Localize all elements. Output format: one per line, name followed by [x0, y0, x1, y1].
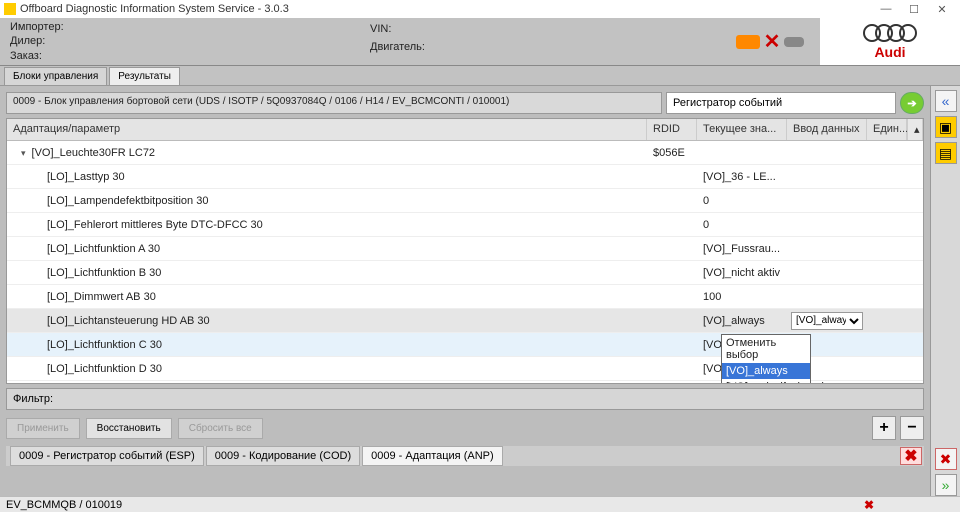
close-button[interactable]: ✕ [928, 1, 956, 17]
col-unit[interactable]: Един... [867, 119, 907, 140]
grid-header: Адаптация/параметр RDID Текущее зна... В… [7, 119, 923, 141]
grid-row[interactable]: [LO]_Lichtfunktion B 30 [VO]_nicht aktiv [7, 261, 923, 285]
minimize-button[interactable]: — [872, 1, 900, 17]
sidebar-close-button[interactable]: ✖ [935, 448, 957, 470]
dropdown-cancel[interactable]: Отменить выбор [722, 335, 810, 363]
brand-name: Audi [874, 44, 905, 60]
filter-input[interactable] [57, 394, 917, 405]
dropdown-option[interactable]: [VO]_always [722, 363, 810, 379]
col-current[interactable]: Текущее зна... [697, 119, 787, 140]
workarea: 0009 - Блок управления бортовой сети (UD… [0, 86, 930, 496]
main-tabs: Блоки управления Результаты [0, 66, 960, 86]
tab-esp[interactable]: 0009 - Регистратор событий (ESP) [10, 446, 204, 466]
tab-anp[interactable]: 0009 - Адаптация (ANP) [362, 446, 503, 466]
restore-button[interactable]: Восстановить [86, 418, 172, 439]
minus-button[interactable]: − [900, 416, 924, 440]
connection-icons: ✕ [720, 18, 820, 65]
key-icon [784, 37, 804, 47]
right-sidebar: « ▣ ▤ ✖ » [930, 86, 960, 496]
header: Импортер: Дилер: Заказ: VIN: Двигатель: … [0, 18, 960, 66]
value-select[interactable]: [VO]_always [791, 312, 863, 330]
dealer-label: Дилер: [10, 35, 350, 47]
tab-cod[interactable]: 0009 - Кодирование (COD) [206, 446, 360, 466]
vin-label: VIN: [370, 23, 710, 35]
col-name[interactable]: Адаптация/параметр [7, 119, 647, 140]
brand-panel: Audi [820, 18, 960, 65]
filter-row: Фильтр: [6, 388, 924, 410]
grid-row[interactable]: [LO]_Dimmwert AB 30 100 [7, 285, 923, 309]
disconnected-icon: ✕ [764, 29, 781, 54]
scroll-up-icon[interactable]: ▴ [907, 119, 923, 140]
grid-row[interactable]: [LO]_Fehlerort mittleres Byte DTC-DFCC 3… [7, 213, 923, 237]
apply-button[interactable]: Применить [6, 418, 80, 439]
order-label: Заказ: [10, 50, 350, 62]
filter-label: Фильтр: [13, 393, 53, 405]
col-rdid[interactable]: RDID [647, 119, 697, 140]
grid-row[interactable]: [LO]_Lichtansteuerung HD AB 30 [VO]_alwa… [7, 309, 923, 333]
grid-row[interactable]: [LO]_Lichtfunktion A 30 [VO]_Fussrau... [7, 237, 923, 261]
value-dropdown[interactable]: Отменить выбор [VO]_always [VO]_only_if_… [721, 334, 811, 385]
window-title: Offboard Diagnostic Information System S… [20, 3, 289, 15]
grid-row[interactable]: [LO]_Lampendefektbitposition 30 0 [7, 189, 923, 213]
maximize-button[interactable]: ☐ [900, 1, 928, 17]
titlebar: Offboard Diagnostic Information System S… [0, 0, 960, 18]
col-input[interactable]: Ввод данных [787, 119, 867, 140]
sidebar-collapse-button[interactable]: ▣ [935, 116, 957, 138]
sidebar-next-button[interactable]: » [935, 474, 957, 496]
bottom-tabs: 0009 - Регистратор событий (ESP) 0009 - … [6, 446, 924, 466]
sidebar-back-button[interactable]: « [935, 90, 957, 112]
reset-all-button[interactable]: Сбросить все [178, 418, 263, 439]
function-select[interactable]: Регистратор событий [666, 92, 896, 114]
close-tab-button[interactable]: ✖ [900, 447, 922, 465]
statusbar: EV_BCMMQB / 010019 ✖ [0, 496, 960, 512]
car-icon [736, 35, 760, 49]
audi-logo-icon [863, 24, 917, 42]
dropdown-option[interactable]: [VO]_only_if_closed [722, 379, 810, 385]
grid-row[interactable]: [LO]_Lasttyp 30 [VO]_36 - LE... [7, 165, 923, 189]
grid-group-row[interactable]: [VO]_Leuchte30FR LC72$056E [7, 141, 923, 165]
status-error-icon: ✖ [864, 498, 874, 512]
app-icon [4, 3, 16, 15]
importer-label: Импортер: [10, 21, 350, 33]
tab-results[interactable]: Результаты [109, 67, 180, 85]
execute-button[interactable]: ➔ [900, 92, 924, 114]
engine-label: Двигатель: [370, 41, 710, 53]
module-title: 0009 - Блок управления бортовой сети (UD… [6, 92, 662, 114]
adaptation-grid: Адаптация/параметр RDID Текущее зна... В… [6, 118, 924, 384]
plus-button[interactable]: + [872, 416, 896, 440]
sidebar-doc-button[interactable]: ▤ [935, 142, 957, 164]
status-text: EV_BCMMQB / 010019 [6, 499, 122, 511]
tab-control-units[interactable]: Блоки управления [4, 67, 107, 85]
